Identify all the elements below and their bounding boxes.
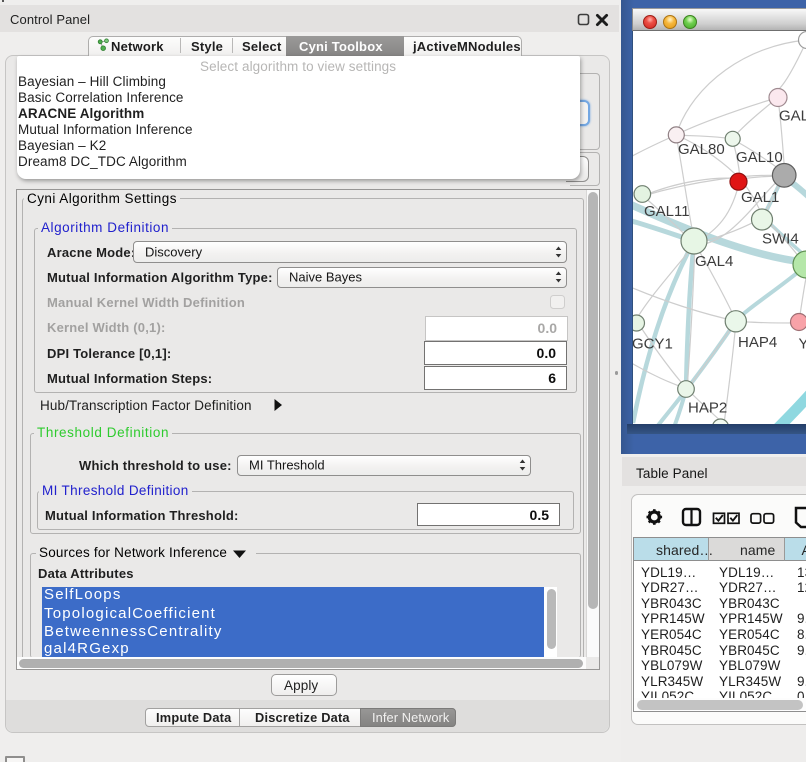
svg-text:HAP4: HAP4 bbox=[738, 334, 777, 351]
svg-text:SWI4: SWI4 bbox=[762, 231, 799, 248]
svg-text:GAL80: GAL80 bbox=[678, 141, 725, 158]
svg-text:YK: YK bbox=[799, 336, 806, 353]
svg-text:HAP2: HAP2 bbox=[688, 400, 727, 417]
svg-text:GAL4: GAL4 bbox=[695, 253, 733, 270]
svg-text:GAL10: GAL10 bbox=[736, 149, 783, 166]
svg-text:GAL1: GAL1 bbox=[741, 189, 779, 206]
svg-text:GAL2: GAL2 bbox=[779, 108, 806, 125]
svg-text:GAL11: GAL11 bbox=[644, 203, 690, 220]
svg-text:GCY1: GCY1 bbox=[633, 336, 673, 353]
